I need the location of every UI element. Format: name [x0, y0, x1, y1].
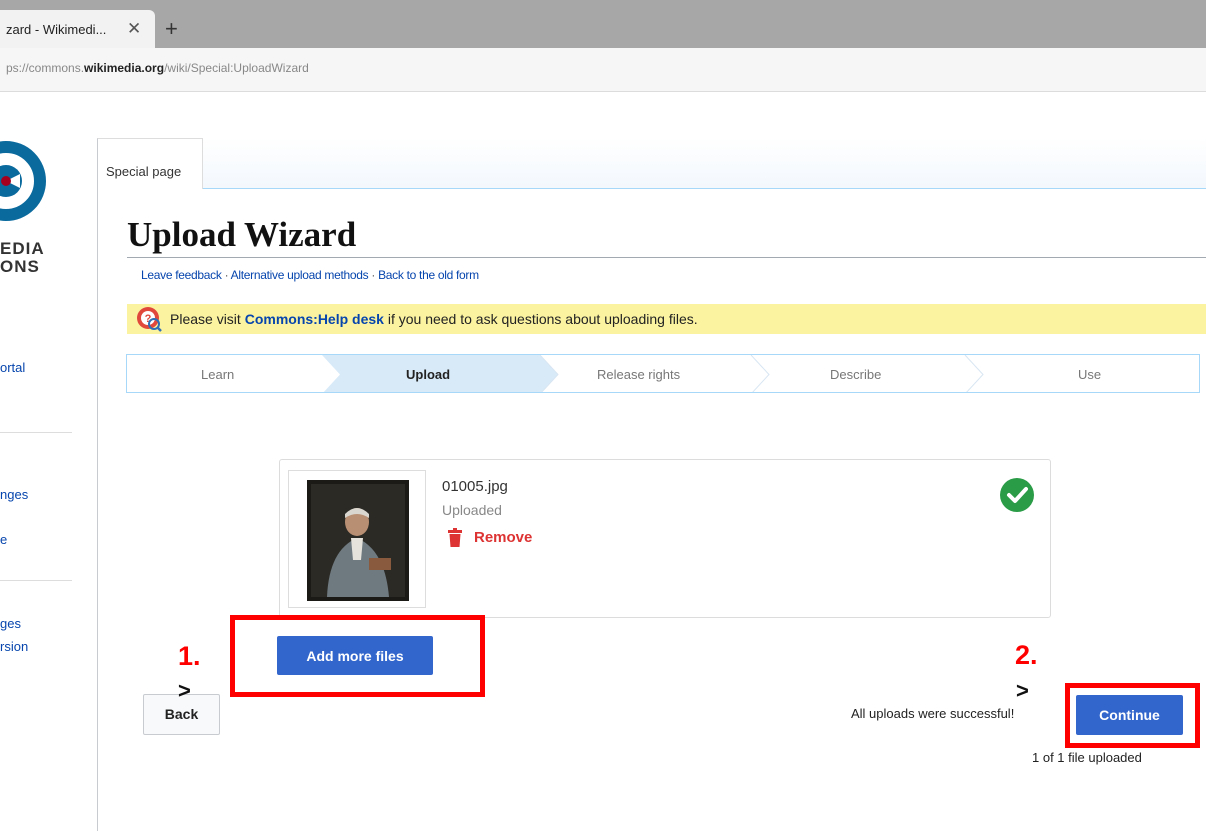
remove-label: Remove: [474, 529, 533, 546]
sidebar-item-portal[interactable]: ortal: [0, 360, 25, 375]
sidebar-divider: [0, 432, 72, 433]
upload-success-message: All uploads were successful!: [851, 706, 1015, 721]
sidebar-item-e[interactable]: e: [0, 532, 7, 547]
page-tabs-strip: [203, 138, 1206, 188]
step-use: Use: [1078, 367, 1102, 382]
close-tab-icon[interactable]: ✕: [127, 19, 141, 39]
portrait-image: [307, 480, 409, 601]
title-divider: [127, 257, 1206, 258]
step-upload: Upload: [406, 367, 451, 382]
browser-tab-bar: zard - Wikimedi... ✕ +: [0, 0, 1206, 48]
file-thumbnail: [288, 470, 426, 608]
annotation-step-2: 2.: [1015, 640, 1038, 670]
uploaded-file-card: 01005.jpg Uploaded Remove: [279, 459, 1051, 618]
browser-tab[interactable]: zard - Wikimedi... ✕: [0, 10, 155, 48]
remove-file-button[interactable]: Remove: [448, 528, 532, 547]
logo-text: EDIA ONS: [0, 239, 45, 276]
alternative-upload-link[interactable]: Alternative upload methods: [231, 268, 369, 282]
help-notice: ? Please visit Commons:Help desk if you …: [127, 304, 1206, 334]
url-text: ps://commons.wikimedia.org/wiki/Special:…: [6, 61, 309, 75]
sidebar-item-version[interactable]: rsion: [0, 639, 28, 654]
page-title: Upload Wizard: [127, 215, 357, 254]
sidebar-item-pages[interactable]: ges: [0, 616, 21, 631]
new-tab-icon[interactable]: +: [165, 16, 178, 42]
commons-logo[interactable]: [0, 132, 48, 230]
wizard-links: Leave feedback · Alternative upload meth…: [141, 268, 479, 282]
step-release-rights: Release rights: [597, 367, 681, 382]
annotation-caret: >: [178, 678, 191, 703]
file-status: Uploaded: [442, 502, 502, 518]
tab-special-page-label: Special page: [106, 164, 182, 179]
step-learn: Learn: [201, 367, 235, 382]
highlight-box-continue: [1065, 683, 1200, 748]
highlight-box-add-more: [230, 615, 485, 697]
old-form-link[interactable]: Back to the old form: [378, 268, 479, 282]
tab-special-page[interactable]: Special page: [97, 138, 203, 189]
help-notice-text: Please visit Commons:Help desk if you ne…: [170, 311, 698, 327]
sidebar-divider: [0, 580, 72, 581]
annotation-caret: >: [1016, 678, 1029, 703]
wizard-steps: Learn Upload Release rights Describe Use: [126, 354, 1200, 393]
help-desk-link[interactable]: Commons:Help desk: [245, 311, 384, 327]
address-bar[interactable]: ps://commons.wikimedia.org/wiki/Special:…: [0, 48, 1206, 92]
leave-feedback-link[interactable]: Leave feedback: [141, 268, 222, 282]
upload-progress-message: 1 of 1 file uploaded: [1032, 750, 1142, 765]
browser-tab-title: zard - Wikimedi...: [6, 21, 107, 37]
sidebar-item-changes[interactable]: nges: [0, 487, 28, 502]
annotation-step-1: 1.: [178, 641, 201, 671]
step-describe: Describe: [830, 367, 882, 382]
help-question-icon: ?: [137, 307, 162, 332]
trash-icon: [448, 528, 462, 547]
file-name: 01005.jpg: [442, 478, 508, 495]
upload-success-check-icon: [1000, 478, 1034, 512]
